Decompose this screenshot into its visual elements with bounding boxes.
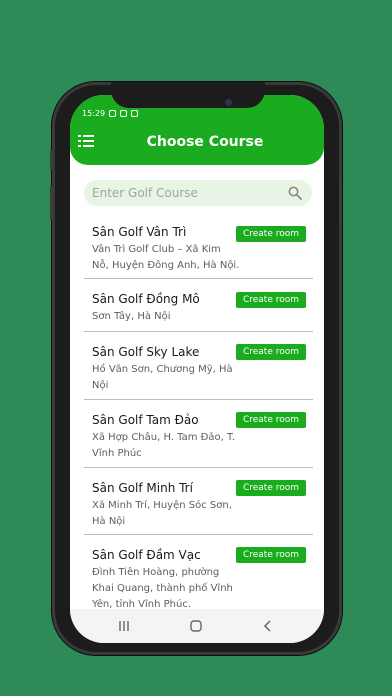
list-item[interactable]: Sân Golf Đầm Vạc Đình Tiên Hoàng, phường…	[84, 535, 313, 617]
course-list: Sân Golf Vân Trì Vân Trì Golf Club – Xã …	[84, 212, 313, 617]
course-name: Sân Golf Đầm Vạc	[92, 548, 201, 562]
course-address: Hồ Văn Sơn, Chương Mỹ, Hà Nội	[92, 364, 233, 391]
status-bar: 15:29	[82, 109, 139, 118]
course-name: Sân Golf Tam Đảo	[92, 413, 199, 427]
search-input[interactable]	[92, 180, 282, 206]
menu-icon[interactable]	[78, 135, 94, 149]
phone-side-button	[50, 186, 53, 220]
home-icon[interactable]	[187, 617, 205, 635]
create-room-button[interactable]: Create room	[236, 412, 306, 428]
search-bar	[84, 180, 312, 206]
course-name: Sân Golf Vân Trì	[92, 225, 187, 239]
course-address: Đình Tiên Hoàng, phường Khai Quang, thàn…	[92, 567, 233, 610]
course-address: Xã Minh Trí, Huyện Sóc Sơn, Hà Nội	[92, 500, 232, 527]
system-nav-bar	[70, 609, 324, 643]
create-room-button[interactable]: Create room	[236, 344, 306, 360]
list-item[interactable]: Sân Golf Sky Lake Hồ Văn Sơn, Chương Mỹ,…	[84, 332, 313, 400]
phone-side-button	[50, 150, 53, 170]
back-icon[interactable]	[259, 617, 277, 635]
status-time: 15:29	[82, 109, 106, 118]
recents-icon[interactable]	[115, 617, 133, 635]
app-screen: 15:29 Choose Course Sân Golf Vân Trì Vân…	[70, 95, 324, 643]
page-title: Choose Course	[146, 134, 264, 150]
course-name: Sân Golf Đồng Mô	[92, 292, 200, 306]
list-item[interactable]: Sân Golf Đồng Mô Sơn Tây, Hà Nội Create …	[84, 279, 313, 332]
course-address: Vân Trì Golf Club – Xã Kim Nỗ, Huyện Đôn…	[92, 244, 240, 271]
list-item[interactable]: Sân Golf Minh Trí Xã Minh Trí, Huyện Sóc…	[84, 468, 313, 535]
phone-side-button	[339, 178, 342, 226]
create-room-button[interactable]: Create room	[236, 547, 306, 563]
list-item[interactable]: Sân Golf Tam Đảo Xã Hợp Châu, H. Tam Đảo…	[84, 400, 313, 468]
create-room-button[interactable]: Create room	[236, 292, 306, 308]
search-icon[interactable]	[288, 186, 302, 200]
course-name: Sân Golf Minh Trí	[92, 481, 193, 495]
create-room-button[interactable]: Create room	[236, 480, 306, 496]
notification-icon	[131, 110, 139, 117]
notification-icon	[120, 110, 128, 117]
create-room-button[interactable]: Create room	[236, 226, 306, 242]
list-item[interactable]: Sân Golf Vân Trì Vân Trì Golf Club – Xã …	[84, 212, 313, 279]
course-address: Sơn Tây, Hà Nội	[92, 311, 171, 322]
phone-notch	[111, 82, 265, 108]
camera	[225, 99, 232, 106]
course-address: Xã Hợp Châu, H. Tam Đảo, T. Vĩnh Phúc	[92, 432, 236, 459]
course-name: Sân Golf Sky Lake	[92, 345, 200, 359]
notification-icon	[109, 110, 117, 117]
